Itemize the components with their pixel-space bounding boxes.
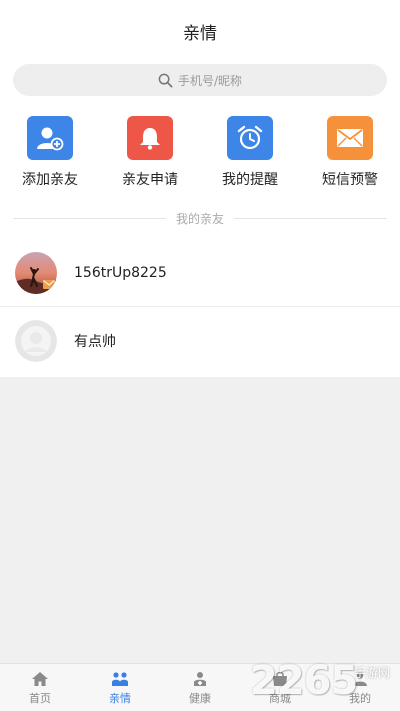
my-reminders-label: 我的提醒 — [222, 172, 278, 188]
tab-label: 首页 — [29, 692, 51, 705]
section-divider: 我的亲友 — [13, 208, 387, 228]
watermark-subtitle: 手游网 — [354, 666, 391, 680]
sms-alert-label: 短信预警 — [322, 172, 378, 188]
bell-icon — [127, 116, 173, 160]
search-placeholder: 手机号/昵称 — [177, 73, 243, 88]
family-icon — [112, 672, 128, 686]
default-avatar — [15, 320, 57, 362]
quick-actions: 添加亲友 亲友申请 我的提醒 短信预警 — [0, 116, 400, 188]
row-separator — [0, 306, 400, 307]
section-title: 我的亲友 — [165, 210, 235, 227]
tab-health[interactable]: 健康 — [160, 664, 240, 711]
add-friend-button[interactable]: 添加亲友 — [5, 116, 95, 189]
search-bar[interactable]: 手机号/昵称 — [13, 64, 387, 96]
friend-item[interactable]: 有点帅 — [0, 308, 400, 374]
home-icon — [32, 672, 48, 686]
alarm-clock-icon — [227, 116, 273, 160]
add-friend-label: 添加亲友 — [22, 172, 78, 188]
friend-request-button[interactable]: 亲友申请 — [105, 116, 195, 189]
friend-name: 有点帅 — [74, 334, 116, 350]
tab-label: 健康 — [189, 692, 211, 705]
tab-home[interactable]: 首页 — [0, 664, 80, 711]
site-watermark: 2265 手游网 — [250, 655, 400, 711]
envelope-icon — [327, 116, 373, 160]
tab-family[interactable]: 亲情 — [80, 664, 160, 711]
friend-name: 156trUp8225 — [74, 265, 167, 281]
main-panel: 亲情 手机号/昵称 添加亲友 亲友申请 我的提醒 短信预警 我的亲友 156tr… — [0, 0, 400, 377]
photo-avatar — [15, 252, 57, 294]
tab-label: 亲情 — [109, 692, 131, 705]
friend-item[interactable]: 156trUp8225 — [0, 240, 400, 306]
health-icon — [194, 672, 206, 686]
friend-request-label: 亲友申请 — [122, 172, 178, 188]
watermark-logo-text: 2265 — [250, 658, 358, 704]
add-user-icon — [27, 116, 73, 160]
page-title: 亲情 — [183, 24, 217, 44]
sms-alert-button[interactable]: 短信预警 — [305, 116, 395, 189]
my-reminders-button[interactable]: 我的提醒 — [205, 116, 295, 189]
search-icon — [158, 73, 173, 87]
